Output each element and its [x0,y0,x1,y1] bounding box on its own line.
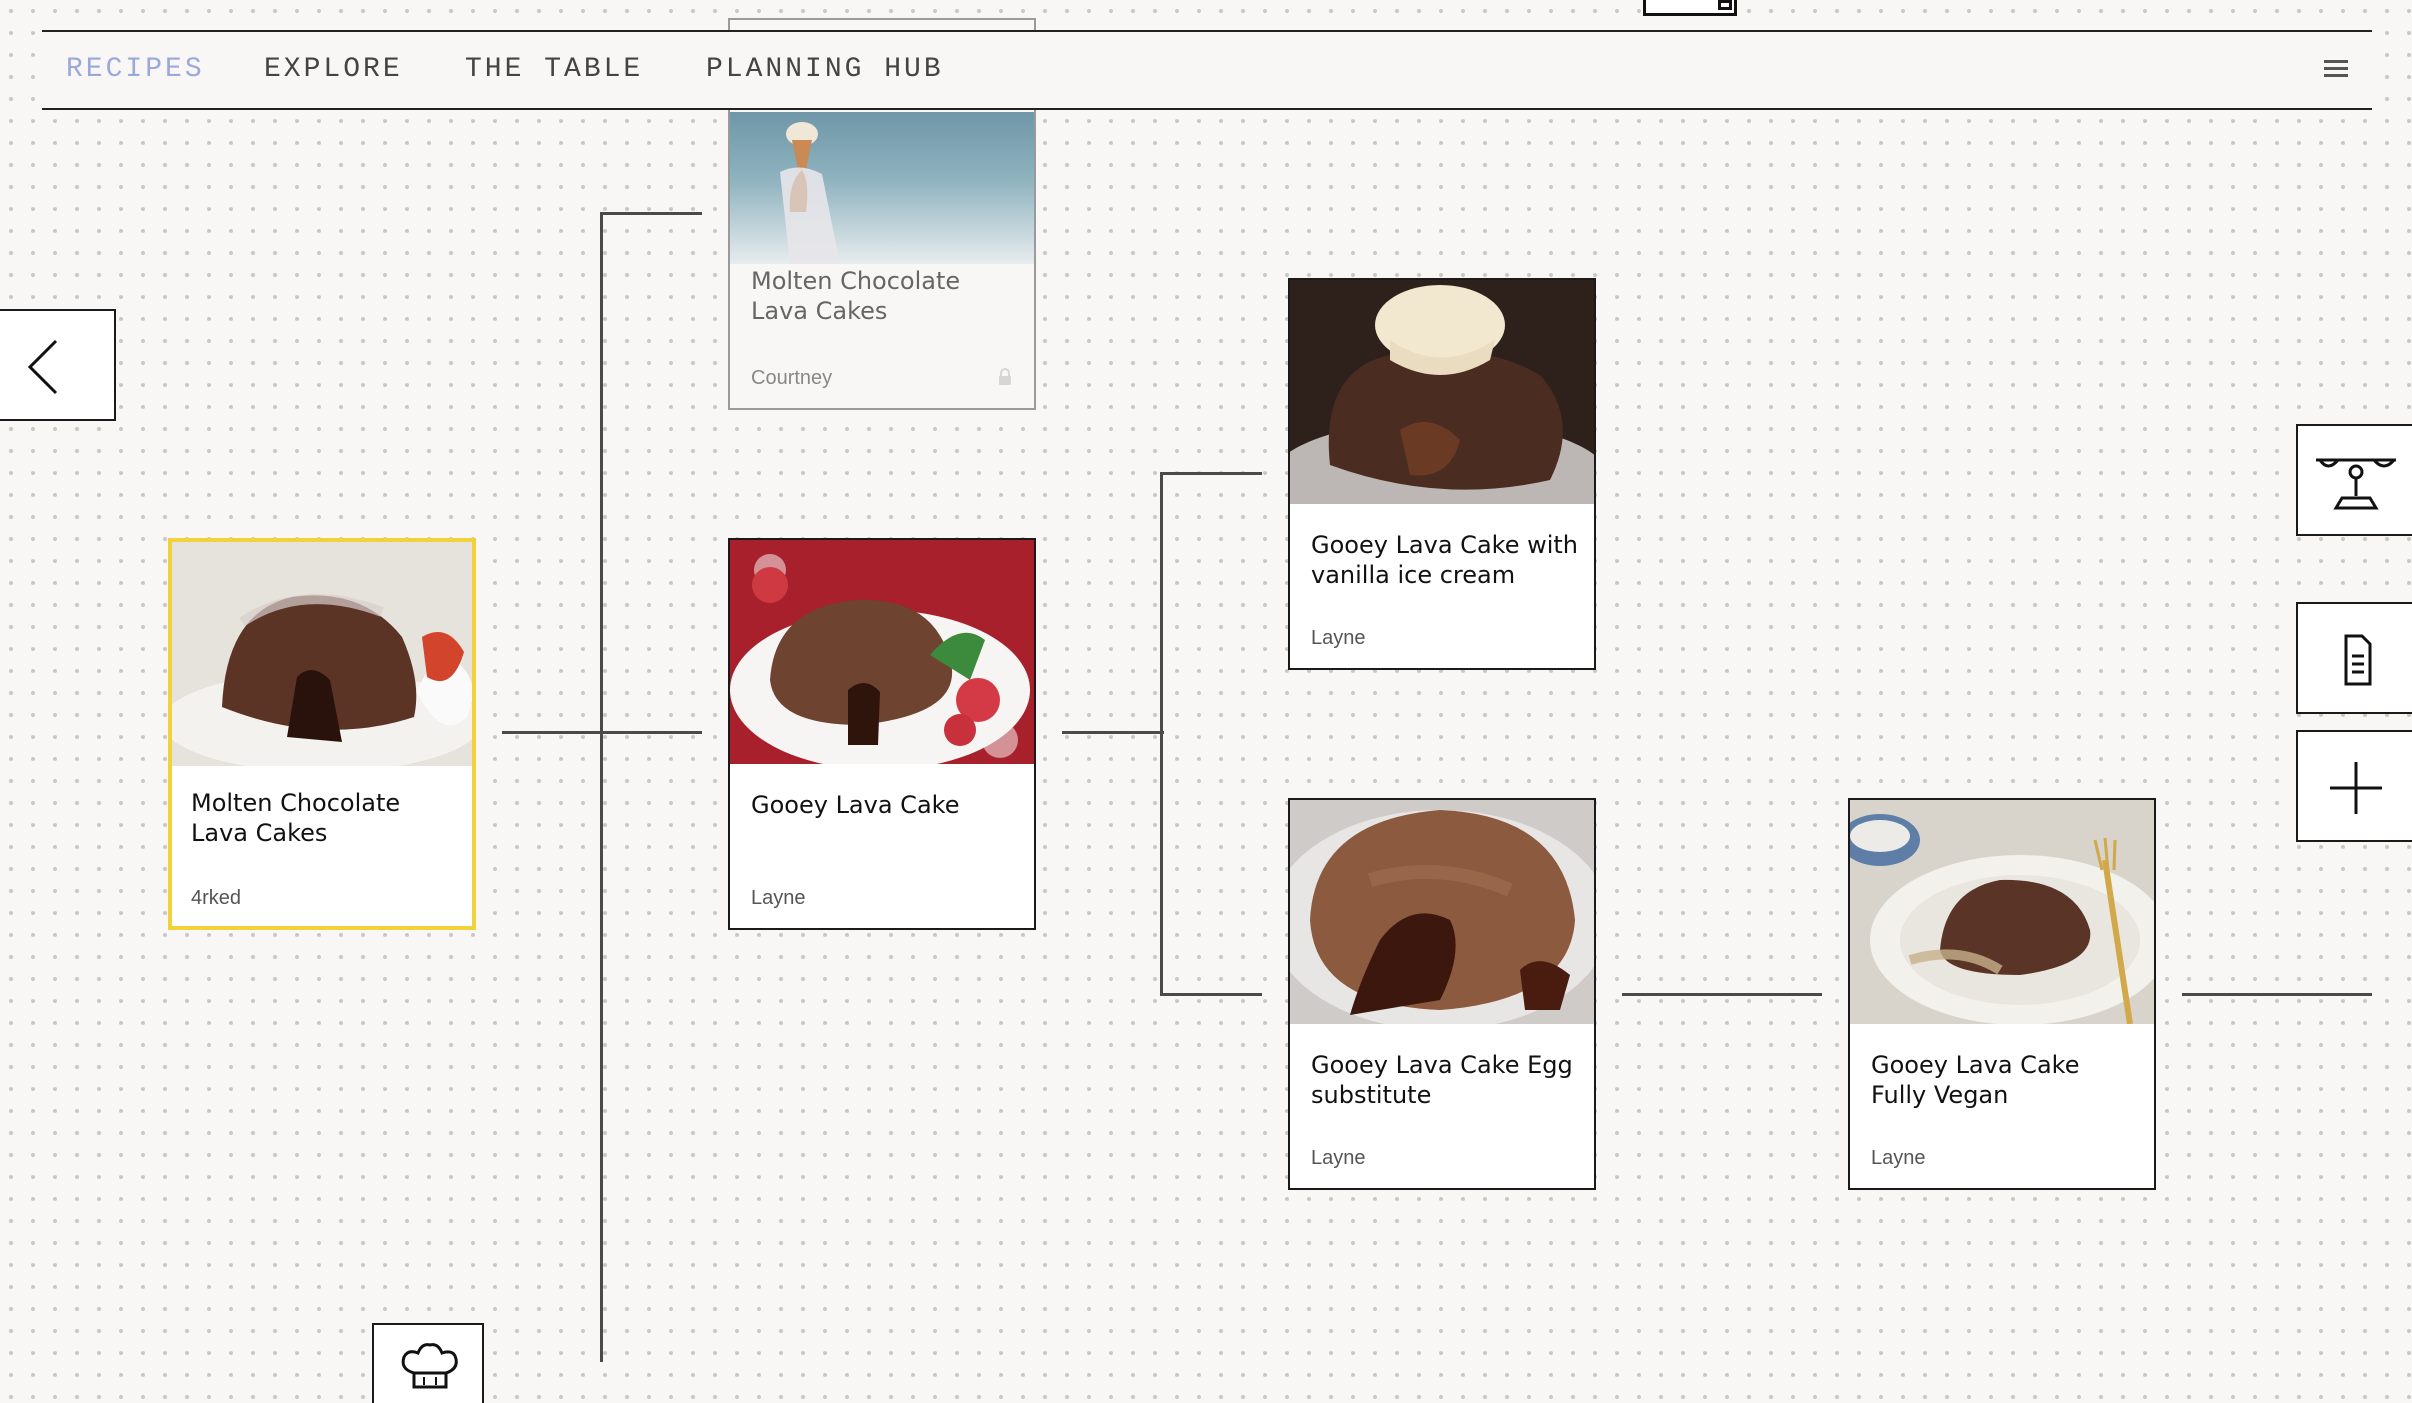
recipe-photo-lava-ice-cream [1290,280,1594,504]
chef-button[interactable] [372,1323,484,1403]
top-toolbar-icon[interactable] [1643,0,1737,16]
recipe-card-root[interactable]: Molten Chocolate Lava Cakes 4rked [168,538,476,930]
recipe-title: Gooey Lava Cake Fully Vegan [1871,1051,2080,1109]
top-nav: RECIPES EXPLORE THE TABLE PLANNING HUB [42,30,2372,110]
balance-scale-icon [2316,458,2396,510]
hamburger-menu-icon[interactable] [2324,56,2350,82]
recipe-title: Molten Chocolate Lava Cakes [191,789,401,847]
document-icon [2344,634,2372,686]
plus-icon [2330,762,2382,814]
recipe-card-child[interactable]: Gooey Lava Cake Layne [728,538,1036,930]
connector-vegan-next [2182,993,2372,996]
nav-planning-hub[interactable]: PLANNING HUB [706,54,944,85]
recipe-title: Molten Chocolate Lava Cakes [751,267,961,325]
recipe-author: Layne [751,887,806,909]
recipe-card-egg-substitute[interactable]: Gooey Lava Cake Egg substitute Layne [1288,798,1596,1190]
recipe-photo-lava-egg-sub [1290,800,1594,1024]
connector-branch-vertical [1160,472,1163,996]
notes-button[interactable] [2296,602,2412,714]
connector-branch-top [1160,472,1262,475]
compare-button[interactable] [2296,424,2412,536]
connector-egg-vegan [1622,993,1822,996]
recipe-card-ice-cream[interactable]: Gooey Lava Cake with vanilla ice cream L… [1288,278,1596,670]
nav-the-table[interactable]: THE TABLE [465,54,643,85]
connector-child-branch [1062,731,1164,734]
recipe-photo-gooey-cake [730,540,1034,764]
recipe-author: Layne [1311,1147,1366,1169]
connector-branch-bottom [1160,993,1262,996]
recipe-photo-ice-cream-cone [730,112,1034,264]
recipe-author: Courtney [751,367,833,389]
nav-explore[interactable]: EXPLORE [264,54,403,85]
recipe-card-vegan[interactable]: Gooey Lava Cake Fully Vegan Layne [1848,798,2156,1190]
recipe-author: Layne [1871,1147,1926,1169]
connector-trunk-vertical [600,212,603,1362]
lock-icon [999,368,1011,385]
back-button[interactable] [0,309,116,421]
add-button[interactable] [2296,730,2412,842]
recipe-photo-molten-cake [172,542,472,766]
connector-trunk-top [600,212,702,215]
recipe-title: Gooey Lava Cake [751,791,960,819]
nav-recipes[interactable]: RECIPES [66,54,205,85]
recipe-title: Gooey Lava Cake with vanilla ice cream [1311,531,1578,589]
recipe-title: Gooey Lava Cake Egg substitute [1311,1051,1573,1109]
chef-hat-icon [401,1343,458,1389]
recipe-photo-lava-vegan [1850,800,2154,1024]
recipe-author: Layne [1311,627,1366,649]
recipe-author: 4rked [191,887,242,909]
chevron-left-icon [27,339,58,395]
